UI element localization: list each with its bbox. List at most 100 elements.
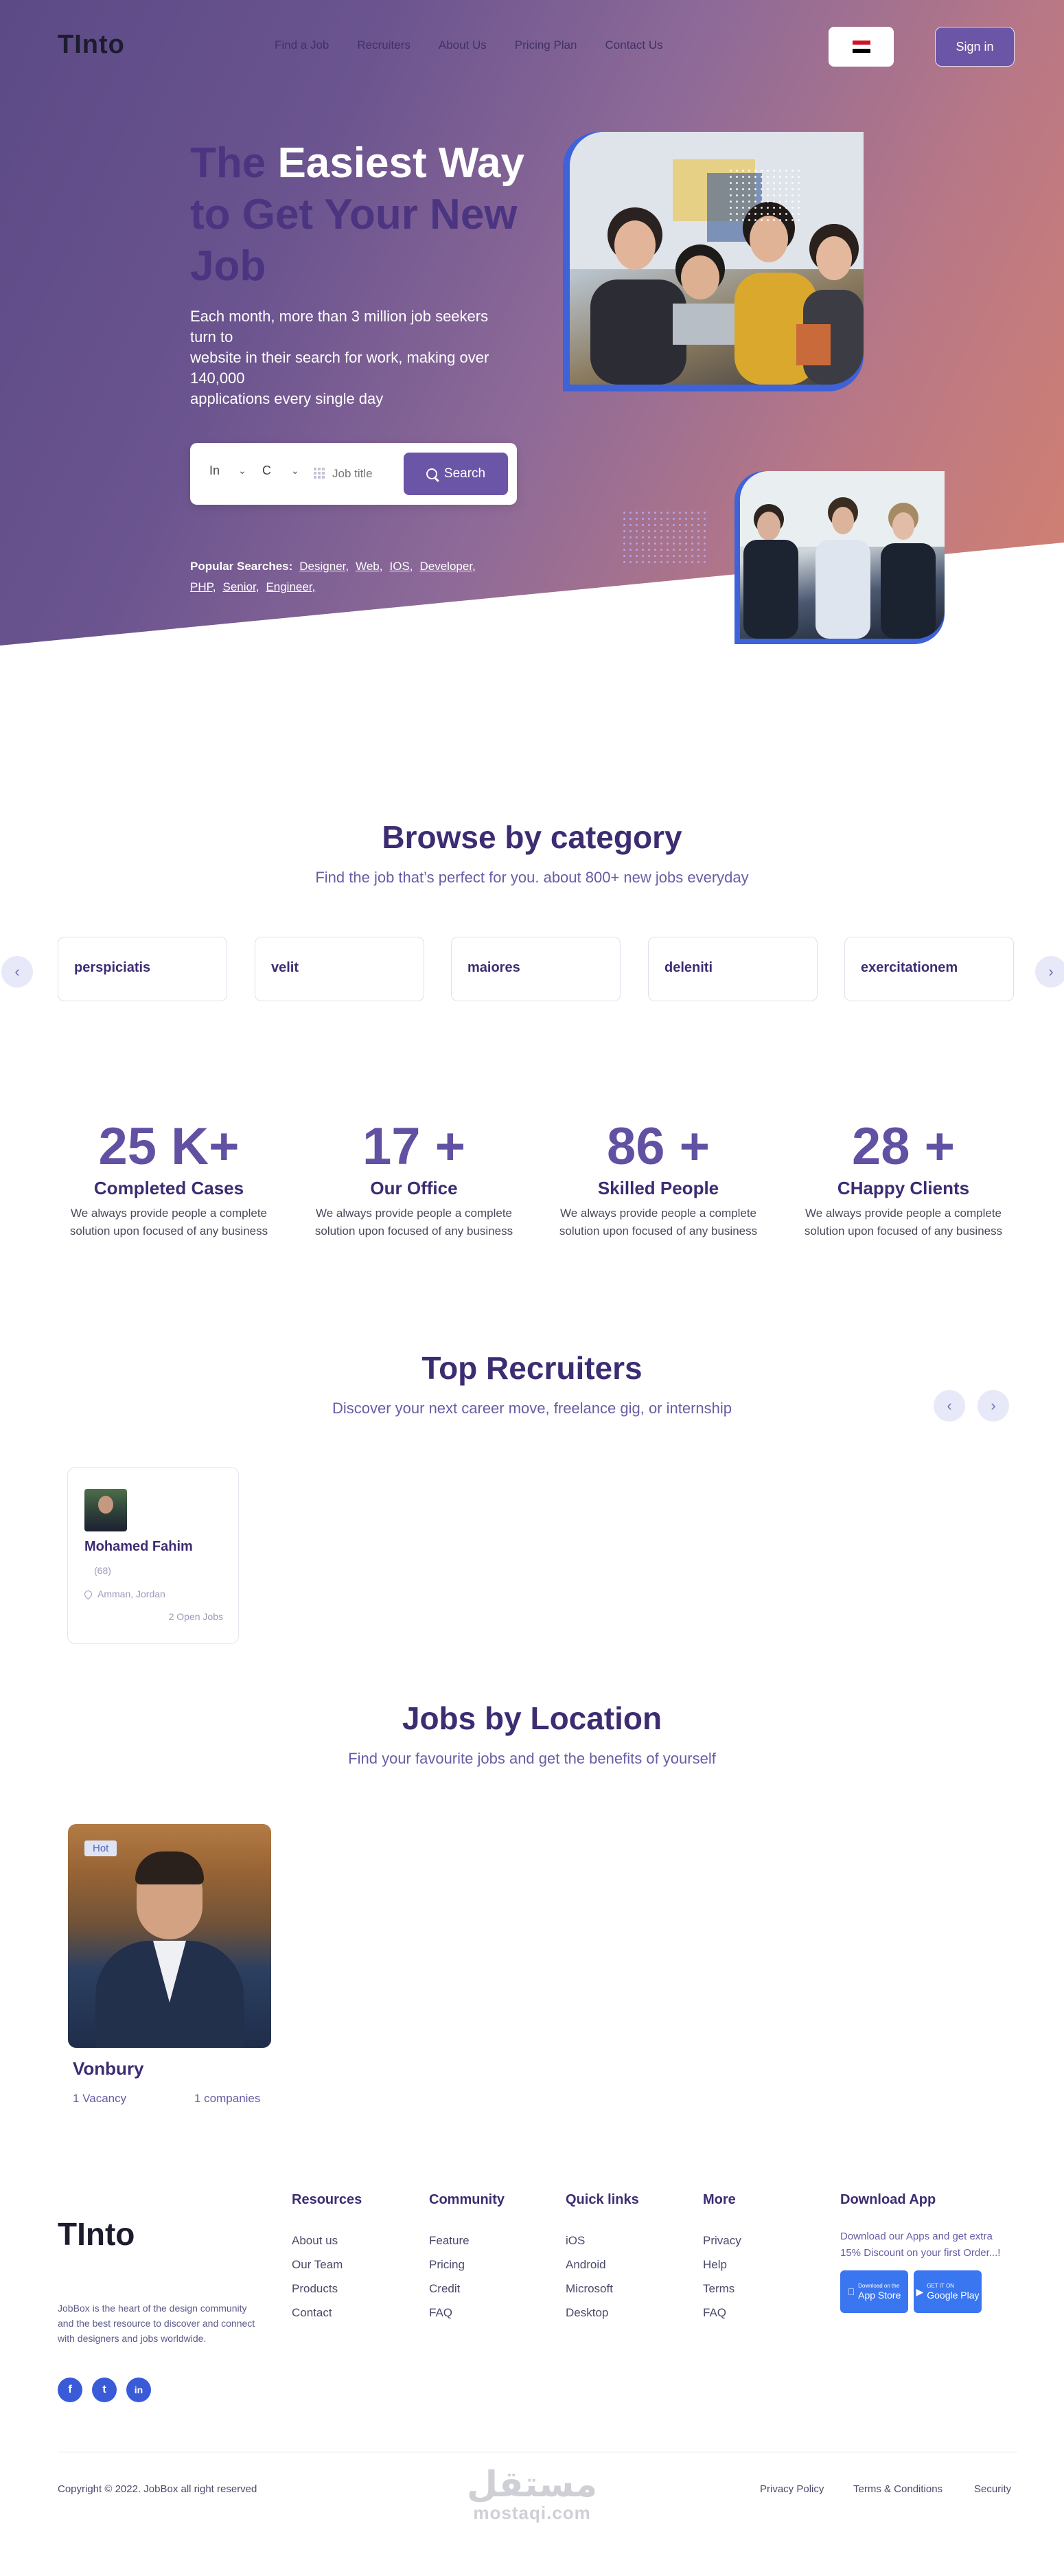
footer-col-title: More bbox=[703, 2192, 736, 2207]
locations-title: Jobs by Location bbox=[402, 1700, 662, 1736]
category-card[interactable]: velit bbox=[255, 937, 424, 1001]
location-pin-icon bbox=[82, 1588, 94, 1599]
footer-link[interactable]: iOS bbox=[566, 2229, 639, 2253]
search-icon bbox=[426, 468, 437, 479]
category-prev-button[interactable]: ‹ bbox=[1, 956, 33, 988]
footer-link[interactable]: Our Team bbox=[292, 2253, 362, 2277]
popular-searches-label: Popular Searches: bbox=[190, 560, 293, 573]
app-store-button[interactable]:  Download on theApp Store bbox=[840, 2270, 908, 2313]
recruiters-subtitle: Discover your next career move, freelanc… bbox=[332, 1400, 732, 1417]
team-photo-illustration bbox=[570, 132, 864, 385]
decorative-dots bbox=[730, 170, 800, 221]
category-next-button[interactable]: › bbox=[1035, 956, 1064, 988]
category-card[interactable]: perspiciatis bbox=[58, 937, 227, 1001]
linkedin-icon[interactable]: in bbox=[126, 2378, 151, 2402]
category-label: exercitationem bbox=[861, 960, 958, 975]
location-card-image[interactable]: Hot bbox=[68, 1824, 271, 2048]
security-link[interactable]: Security bbox=[974, 2483, 1011, 2495]
popular-tag[interactable]: Web, bbox=[356, 560, 382, 573]
category-card[interactable]: maiores bbox=[451, 937, 621, 1001]
stat-number: 28 + bbox=[851, 1117, 956, 1176]
language-selector[interactable] bbox=[829, 27, 894, 67]
location-select[interactable]: C bbox=[262, 464, 271, 478]
hero-subtitle-line: Each month, more than 3 million job seek… bbox=[190, 308, 489, 325]
twitter-icon[interactable]: t bbox=[92, 2378, 117, 2402]
stat-label: Our Office bbox=[370, 1178, 458, 1198]
nav-pricing-plan[interactable]: Pricing Plan bbox=[515, 38, 577, 52]
stat-description: We always provide people a complete solu… bbox=[559, 1207, 758, 1238]
footer-link[interactable]: Pricing bbox=[429, 2253, 505, 2277]
category-card[interactable]: deleniti bbox=[648, 937, 818, 1001]
watermark-latin: mostaqi.com bbox=[473, 2503, 591, 2523]
popular-tag[interactable]: PHP, bbox=[190, 580, 216, 593]
facebook-icon[interactable]: f bbox=[58, 2378, 82, 2402]
hot-badge: Hot bbox=[84, 1840, 117, 1856]
recruiters-next-button[interactable]: › bbox=[978, 1390, 1009, 1422]
popular-searches: Popular Searches: Designer, Web, IOS, Develo… bbox=[190, 556, 520, 597]
privacy-policy-link[interactable]: Privacy Policy bbox=[760, 2483, 824, 2495]
google-play-label: Google Play bbox=[927, 2290, 980, 2301]
recruiters-prev-button[interactable]: ‹ bbox=[934, 1390, 965, 1422]
footer-link[interactable]: Privacy bbox=[703, 2229, 741, 2253]
category-label: maiores bbox=[467, 960, 520, 975]
terms-link[interactable]: Terms & Conditions bbox=[853, 2483, 942, 2495]
popular-tag[interactable]: Senior, bbox=[223, 580, 259, 593]
nav-recruiters[interactable]: Recruiters bbox=[357, 38, 410, 52]
footer-about: JobBox is the heart of the design commun… bbox=[58, 2303, 255, 2344]
chevron-left-icon: ‹ bbox=[14, 963, 20, 980]
chevron-down-icon[interactable]: ⌄ bbox=[238, 465, 246, 477]
footer-logo[interactable]: TInto bbox=[58, 2215, 135, 2253]
footer-link[interactable]: FAQ bbox=[429, 2301, 505, 2325]
footer-link[interactable]: Help bbox=[703, 2253, 741, 2277]
footer-col-community: Community Feature Pricing Credit FAQ bbox=[429, 2192, 505, 2325]
recruiter-name[interactable]: Mohamed Fahim bbox=[84, 1539, 193, 1555]
stat-label: Completed Cases bbox=[93, 1178, 244, 1198]
stat-number: 25 K+ bbox=[98, 1117, 240, 1176]
download-app-text: Download our Apps and get extra 15% Disc… bbox=[840, 2231, 1001, 2259]
hero-photo-meeting bbox=[735, 471, 945, 644]
hero-title-highlight: Easiest Way bbox=[277, 139, 525, 187]
stat-happy-clients: 28 + CHappy Clients We always provide pe… bbox=[800, 1116, 1006, 1240]
footer-link[interactable]: Feature bbox=[429, 2229, 505, 2253]
category-label: velit bbox=[271, 960, 299, 975]
popular-tag[interactable]: Engineer, bbox=[266, 580, 315, 593]
footer-link[interactable]: FAQ bbox=[703, 2301, 741, 2325]
nav-about-us[interactable]: About Us bbox=[439, 38, 487, 52]
category-label: perspiciatis bbox=[74, 960, 151, 975]
sign-in-button[interactable]: Sign in bbox=[935, 27, 1015, 67]
search-button[interactable]: Search bbox=[404, 453, 508, 495]
categories-title: Browse by category bbox=[382, 819, 682, 855]
footer-link[interactable]: Terms bbox=[703, 2277, 741, 2301]
footer-col-resources: Resources About us Our Team Products Con… bbox=[292, 2192, 362, 2325]
logo[interactable]: TInto bbox=[58, 30, 125, 60]
footer-link[interactable]: Contact bbox=[292, 2301, 362, 2325]
category-card[interactable]: exercitationem bbox=[844, 937, 1014, 1001]
watermark-logo: مستقل mostaqi.com bbox=[467, 2467, 597, 2524]
nav-find-a-job[interactable]: Find a Job bbox=[275, 38, 329, 52]
hero-subtitle-line: turn to bbox=[190, 328, 233, 345]
recruiter-open-jobs[interactable]: 2 Open Jobs bbox=[169, 1611, 223, 1622]
footer-link[interactable]: Products bbox=[292, 2277, 362, 2301]
footer-link[interactable]: About us bbox=[292, 2229, 362, 2253]
industry-select[interactable]: In bbox=[209, 464, 220, 478]
hero-subtitle-line: website in their search for work, making… bbox=[190, 349, 489, 366]
location-name[interactable]: Vonbury bbox=[73, 2058, 144, 2079]
popular-tag[interactable]: IOS, bbox=[389, 560, 413, 573]
meeting-photo-illustration bbox=[740, 471, 945, 639]
footer-link[interactable]: Credit bbox=[429, 2277, 505, 2301]
google-play-button[interactable]: ▶ GET IT ON Google Play bbox=[914, 2270, 982, 2313]
footer-link[interactable]: Microsoft bbox=[566, 2277, 639, 2301]
popular-tag[interactable]: Designer, bbox=[299, 560, 349, 573]
recruiter-avatar bbox=[84, 1489, 127, 1531]
popular-tag[interactable]: Developer, bbox=[420, 560, 476, 573]
chevron-down-icon[interactable]: ⌄ bbox=[291, 465, 299, 477]
app-store-small-label: Download on the bbox=[854, 2283, 899, 2289]
footer-link[interactable]: Android bbox=[566, 2253, 639, 2277]
job-title-input[interactable] bbox=[332, 464, 415, 484]
stat-completed-cases: 25 K+ Completed Cases We always provide … bbox=[66, 1116, 272, 1240]
google-play-icon: ▶ bbox=[916, 2286, 924, 2297]
nav-contact-us[interactable]: Contact Us bbox=[605, 38, 663, 52]
recruiter-card[interactable]: Mohamed Fahim (68) Amman, Jordan 2 Open … bbox=[67, 1467, 239, 1644]
footer-link[interactable]: Desktop bbox=[566, 2301, 639, 2325]
recruiter-location-text: Amman, Jordan bbox=[97, 1588, 165, 1599]
